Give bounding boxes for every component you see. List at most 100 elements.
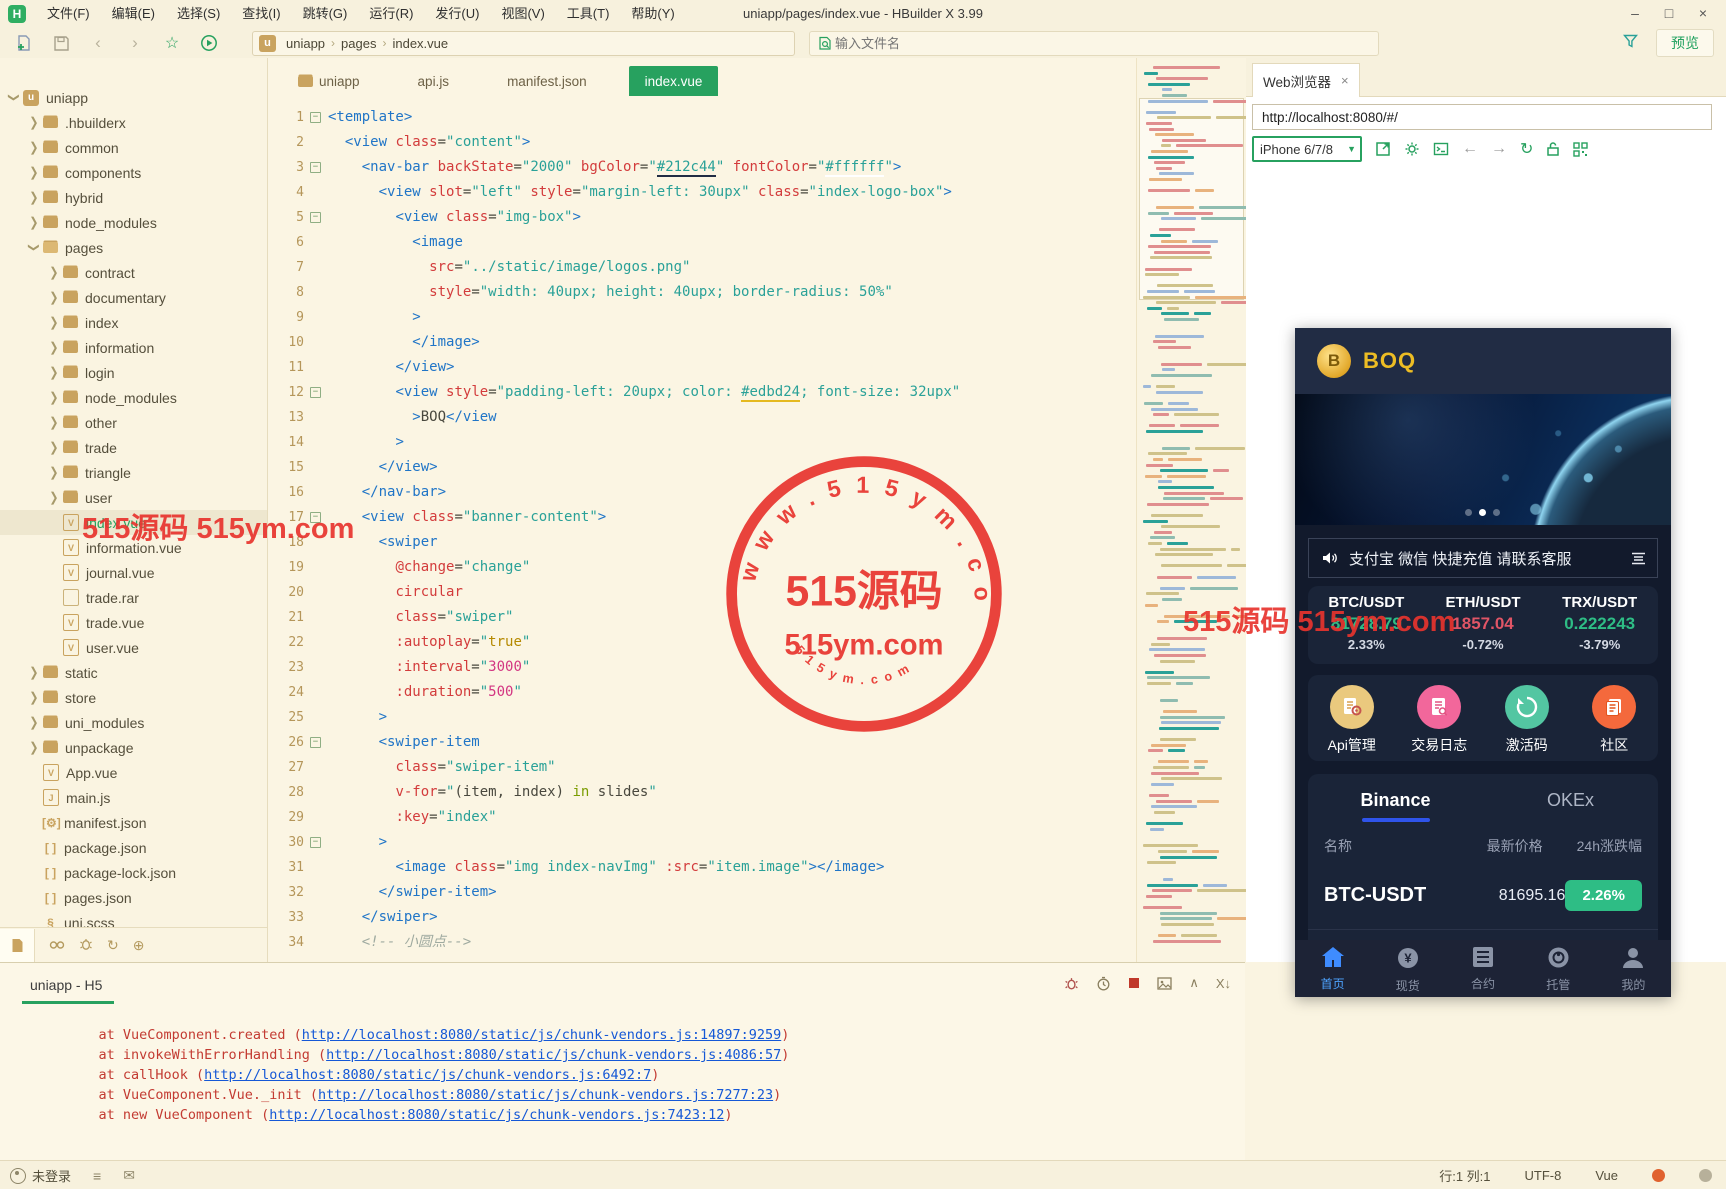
menu-item-查找I[interactable]: 查找(I): [231, 0, 291, 28]
tab-托管[interactable]: 托管: [1521, 940, 1596, 997]
chevron-right-icon[interactable]: ❯: [28, 140, 40, 155]
code-line[interactable]: 31 <image class="img index-navImg" :src=…: [268, 855, 1136, 880]
tree-item-user.vue[interactable]: Vuser.vue: [0, 635, 267, 660]
menu-item-视图V[interactable]: 视图(V): [490, 0, 555, 28]
tree-item-package.json[interactable]: [ ] package.json: [0, 835, 267, 860]
code-line[interactable]: 34 <!-- 小圆点-->: [268, 930, 1136, 955]
tree-item-manifest.json[interactable]: [⚙] manifest.json: [0, 810, 267, 835]
code-line[interactable]: 4 <view slot="left" style="margin-left: …: [268, 180, 1136, 205]
refresh-icon[interactable]: ↻: [1520, 139, 1533, 159]
feedback-icon[interactable]: [1699, 1169, 1712, 1182]
tree-item-login[interactable]: ❯ login: [0, 360, 267, 385]
chevron-right-icon[interactable]: ❯: [28, 165, 40, 180]
preview-button[interactable]: 预览: [1656, 29, 1714, 57]
stack-trace-link[interactable]: http://localhost:8080/static/js/chunk-ve…: [269, 1107, 724, 1123]
menu-item-运行R[interactable]: 运行(R): [358, 0, 424, 28]
chevron-right-icon[interactable]: ❯: [48, 390, 60, 405]
exchange-tab-OKEx[interactable]: OKEx: [1483, 790, 1658, 822]
chevron-right-icon[interactable]: ❯: [48, 315, 60, 330]
tree-item-trade.rar[interactable]: trade.rar: [0, 585, 267, 610]
collapse-icon[interactable]: ∧: [1189, 975, 1199, 991]
tab-现货[interactable]: ¥ 现货: [1370, 940, 1445, 997]
fold-marker-icon[interactable]: −: [310, 387, 321, 398]
fold-marker-icon[interactable]: −: [310, 737, 321, 748]
banner-image[interactable]: [1295, 394, 1671, 525]
encoding[interactable]: UTF-8: [1525, 1168, 1562, 1183]
device-select[interactable]: iPhone 6/7/8 ▼: [1252, 136, 1362, 162]
breadcrumb-item[interactable]: pages: [337, 36, 380, 51]
tree-item-hybrid[interactable]: ❯ hybrid: [0, 185, 267, 210]
tab-api.js[interactable]: api.js: [402, 66, 466, 96]
forward-icon[interactable]: ›: [122, 32, 148, 54]
stop-icon[interactable]: [1128, 977, 1140, 989]
tab-index.vue[interactable]: index.vue: [628, 66, 719, 96]
code-line[interactable]: 30− >: [268, 830, 1136, 855]
tab-manifest.json[interactable]: manifest.json: [491, 66, 603, 96]
tree-item-static[interactable]: ❯ static: [0, 660, 267, 685]
tree-item-store[interactable]: ❯ store: [0, 685, 267, 710]
save-icon[interactable]: [48, 32, 74, 54]
syntax-mode[interactable]: Vue: [1595, 1168, 1618, 1183]
mail-icon[interactable]: ✉: [123, 1167, 135, 1184]
new-file-icon[interactable]: [11, 32, 37, 54]
minimize-icon[interactable]: –: [1618, 0, 1652, 26]
stack-trace-link[interactable]: http://localhost:8080/static/js/chunk-ve…: [302, 1027, 782, 1043]
chevron-right-icon[interactable]: ❯: [28, 665, 40, 680]
chevron-right-icon[interactable]: ❯: [48, 365, 60, 380]
timer-icon[interactable]: [1096, 976, 1111, 991]
run-icon[interactable]: [196, 32, 222, 54]
chevron-right-icon[interactable]: ❯: [48, 465, 60, 480]
tree-item-pages[interactable]: ❯ pages: [0, 235, 267, 260]
terminal-icon[interactable]: [1433, 141, 1449, 157]
chevron-down-icon[interactable]: ❯: [8, 92, 21, 104]
tree-item-information[interactable]: ❯ information: [0, 335, 267, 360]
quick-link-社区[interactable]: 社区: [1571, 675, 1659, 761]
clear-icon[interactable]: X↓: [1216, 976, 1231, 991]
arrow-right-icon[interactable]: →: [1491, 140, 1507, 158]
tree-item-node_modules[interactable]: ❯ node_modules: [0, 210, 267, 235]
code-line[interactable]: 28 v-for="(item, index) in slides": [268, 780, 1136, 805]
notice-bar[interactable]: 支付宝 微信 快捷充值 请联系客服: [1308, 538, 1658, 578]
filter-icon[interactable]: [1623, 34, 1638, 52]
code-line[interactable]: 33 </swiper>: [268, 905, 1136, 930]
breadcrumb[interactable]: u uniapp › pages › index.vue: [252, 30, 795, 56]
stack-trace-link[interactable]: http://localhost:8080/static/js/chunk-ve…: [318, 1087, 773, 1103]
fold-marker-icon[interactable]: −: [310, 837, 321, 848]
tree-item-package-lock.json[interactable]: [ ] package-lock.json: [0, 860, 267, 885]
code-line[interactable]: 13 >BOQ</view: [268, 405, 1136, 430]
tree-item-contract[interactable]: ❯ contract: [0, 260, 267, 285]
chevron-right-icon[interactable]: ❯: [28, 190, 40, 205]
tree-item-other[interactable]: ❯ other: [0, 410, 267, 435]
code-line[interactable]: 2 <view class="content">: [268, 130, 1136, 155]
code-line[interactable]: 27 class="swiper-item": [268, 755, 1136, 780]
open-in-new-icon[interactable]: [1375, 141, 1391, 157]
chevron-right-icon[interactable]: ❯: [28, 115, 40, 130]
stack-trace-link[interactable]: http://localhost:8080/static/js/chunk-ve…: [326, 1047, 781, 1063]
url-bar[interactable]: [1252, 104, 1712, 130]
chevron-right-icon[interactable]: ❯: [48, 265, 60, 280]
tree-item-uniapp[interactable]: ❯ u uniapp: [0, 85, 267, 110]
unlock-icon[interactable]: [1546, 141, 1560, 157]
console-tab[interactable]: uniapp - H5: [30, 977, 102, 993]
market-row-BTC-USDT[interactable]: BTC-USDT 81695.16 2.26%: [1308, 880, 1658, 930]
tree-item-triangle[interactable]: ❯ triangle: [0, 460, 267, 485]
sync-icon[interactable]: ↻: [107, 937, 119, 954]
breadcrumb-item[interactable]: uniapp: [282, 36, 329, 51]
code-line[interactable]: 29 :key="index": [268, 805, 1136, 830]
tab-我的[interactable]: 我的: [1596, 940, 1671, 997]
bug-icon[interactable]: [79, 937, 93, 954]
cursor-position[interactable]: 行:1 列:1: [1439, 1166, 1490, 1185]
list-icon[interactable]: ≡: [93, 1168, 101, 1184]
chevron-right-icon[interactable]: ❯: [48, 440, 60, 455]
bug-icon[interactable]: [1064, 976, 1079, 991]
tree-item-common[interactable]: ❯ common: [0, 135, 267, 160]
tree-item-index[interactable]: ❯ index: [0, 310, 267, 335]
code-line[interactable]: 11 </view>: [268, 355, 1136, 380]
stack-trace-link[interactable]: http://localhost:8080/static/js/chunk-ve…: [204, 1067, 651, 1083]
quick-link-Api管理[interactable]: Api管理: [1308, 675, 1396, 761]
menu-item-编辑E[interactable]: 编辑(E): [101, 0, 166, 28]
tree-item-uni_modules[interactable]: ❯ uni_modules: [0, 710, 267, 735]
code-line[interactable]: 8 style="width: 40upx; height: 40upx; bo…: [268, 280, 1136, 305]
chevron-right-icon[interactable]: ❯: [28, 215, 40, 230]
file-search-box[interactable]: [809, 30, 1379, 56]
